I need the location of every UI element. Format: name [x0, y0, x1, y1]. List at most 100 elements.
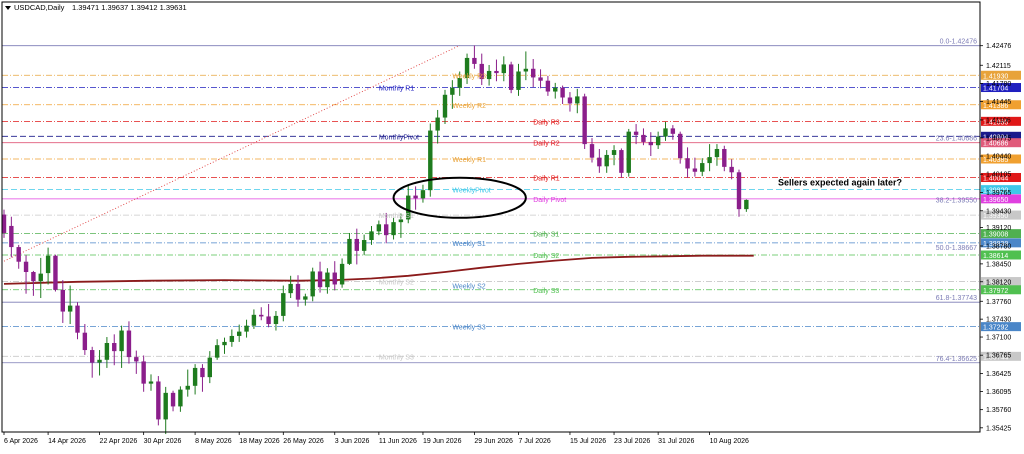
x-tick-label: 15 Jul 2026	[570, 438, 606, 445]
candle-body	[582, 96, 587, 145]
x-tick-label: 8 May 2026	[195, 438, 232, 445]
candle-body	[442, 94, 448, 118]
candle-body	[626, 131, 631, 173]
candle-body	[126, 330, 132, 358]
candle-body	[229, 335, 235, 342]
x-tick-label: 26 May 2026	[283, 438, 324, 445]
candle-body	[31, 272, 36, 282]
x-tick-label: 3 Jun 2026	[335, 438, 370, 445]
y-tick-label: 1.41445	[986, 99, 1011, 106]
price-pill-label: 1.39008	[983, 232, 1008, 239]
x-tick-label: 7 Jul 2026	[519, 438, 551, 445]
level-name-label: Monthly S1	[379, 213, 414, 220]
candle-body	[685, 158, 690, 169]
price-pill-label: 1.39650	[983, 197, 1008, 204]
candle-body	[384, 224, 389, 236]
candle-body	[450, 87, 455, 95]
candle-body	[222, 341, 227, 346]
candle[interactable]	[428, 123, 433, 197]
level-name-label: Weekly R2	[452, 103, 486, 110]
candle-body	[369, 231, 374, 241]
level-name-label: Daily R2	[533, 141, 560, 148]
candle-body	[531, 68, 536, 78]
candle-body	[538, 77, 543, 81]
y-tick-label: 1.36425	[986, 371, 1011, 378]
x-tick-label: 14 Apr 2026	[48, 438, 86, 445]
fib-label: 76.4-1.36625	[936, 356, 977, 363]
candle-body	[361, 240, 367, 251]
candle-body	[692, 168, 698, 172]
price-pill-label: 1.41930	[983, 73, 1008, 80]
candle-body	[391, 222, 396, 236]
candle-body	[16, 247, 21, 262]
candle-body	[295, 283, 301, 300]
candle-body	[663, 128, 668, 137]
level-name-label: Weekly S1	[452, 241, 485, 248]
y-tick-label: 1.41106	[986, 117, 1011, 124]
candle-body	[729, 166, 734, 173]
y-tick-label: 1.38450	[986, 261, 1011, 268]
candle-body	[744, 199, 749, 210]
candle-body	[251, 314, 257, 326]
chart-header: USDCAD,Daily 1.39471 1.39637 1.39412 1.3…	[5, 3, 187, 12]
candle-body	[170, 392, 176, 407]
candle-body	[163, 392, 168, 420]
y-tick-label: 1.38780	[986, 243, 1011, 250]
candle-body	[428, 130, 433, 191]
candle-body	[670, 128, 676, 134]
y-tick-label: 1.42476	[986, 43, 1011, 50]
price-pill-label: 1.37972	[983, 288, 1008, 295]
y-tick-label: 1.40105	[986, 172, 1011, 179]
candle-body	[619, 150, 624, 173]
price-chart[interactable]: 0.0-1.424761.419301.417041.413861.410801…	[0, 0, 1024, 449]
candle-body	[200, 367, 205, 378]
y-tick-label: 1.40440	[986, 154, 1011, 161]
symbol-label: USDCAD,Daily	[14, 3, 65, 12]
candle-body	[420, 190, 426, 199]
chart-area[interactable]: 0.0-1.42476 1.41930 1.41704 1.41386 1.41080 1…	[0, 0, 1024, 449]
x-tick-label: 31 Jul 2026	[658, 438, 694, 445]
candle-body	[266, 316, 271, 325]
candle-body	[722, 148, 727, 167]
candle-body	[273, 315, 279, 325]
candle-body	[575, 96, 580, 104]
level-name-label: Weekly S2	[452, 284, 485, 291]
candle[interactable]	[582, 93, 587, 149]
candle-body	[45, 255, 51, 274]
candle-body	[545, 80, 551, 92]
x-tick-label: 18 May 2026	[239, 438, 280, 445]
fib-label: 61.8-1.37743	[936, 295, 977, 302]
annotation-text: Sellers expected again later?	[778, 177, 902, 187]
candle-body	[736, 172, 742, 210]
candle-body	[354, 238, 359, 251]
candle[interactable]	[626, 128, 631, 177]
level-name-label: Daily S1	[533, 232, 559, 239]
candle-body	[347, 238, 352, 264]
candle-body	[207, 357, 212, 378]
level-name-label: Weekly S3	[452, 325, 485, 332]
y-tick-label: 1.41780	[986, 81, 1011, 88]
candle-body	[435, 117, 440, 131]
candle-body	[112, 342, 117, 352]
level-name-label: Daily S2	[533, 253, 559, 260]
price-pill-label: 1.38614	[983, 253, 1008, 260]
candle-body	[332, 272, 337, 285]
candle-body	[589, 144, 595, 158]
level-name-label: Weekly R3	[452, 73, 486, 80]
level-name-label: Daily R1	[533, 175, 560, 182]
candle-body	[376, 224, 382, 232]
candle-body	[214, 345, 220, 358]
candle-body	[53, 255, 58, 290]
candle[interactable]	[156, 376, 161, 426]
candle-body	[633, 131, 639, 135]
y-tick-label: 1.39120	[986, 225, 1011, 232]
ohlc-label: 1.39471 1.39637 1.39412 1.39631	[72, 3, 187, 12]
candle-body	[178, 389, 183, 407]
candle[interactable]	[508, 61, 514, 94]
fib-label: 50.0-1.38667	[936, 245, 977, 252]
candle-body	[90, 350, 95, 363]
candle-body	[567, 97, 573, 104]
x-tick-label: 22 Apr 2026	[100, 438, 138, 445]
candle[interactable]	[310, 267, 315, 302]
candle[interactable]	[53, 254, 58, 292]
